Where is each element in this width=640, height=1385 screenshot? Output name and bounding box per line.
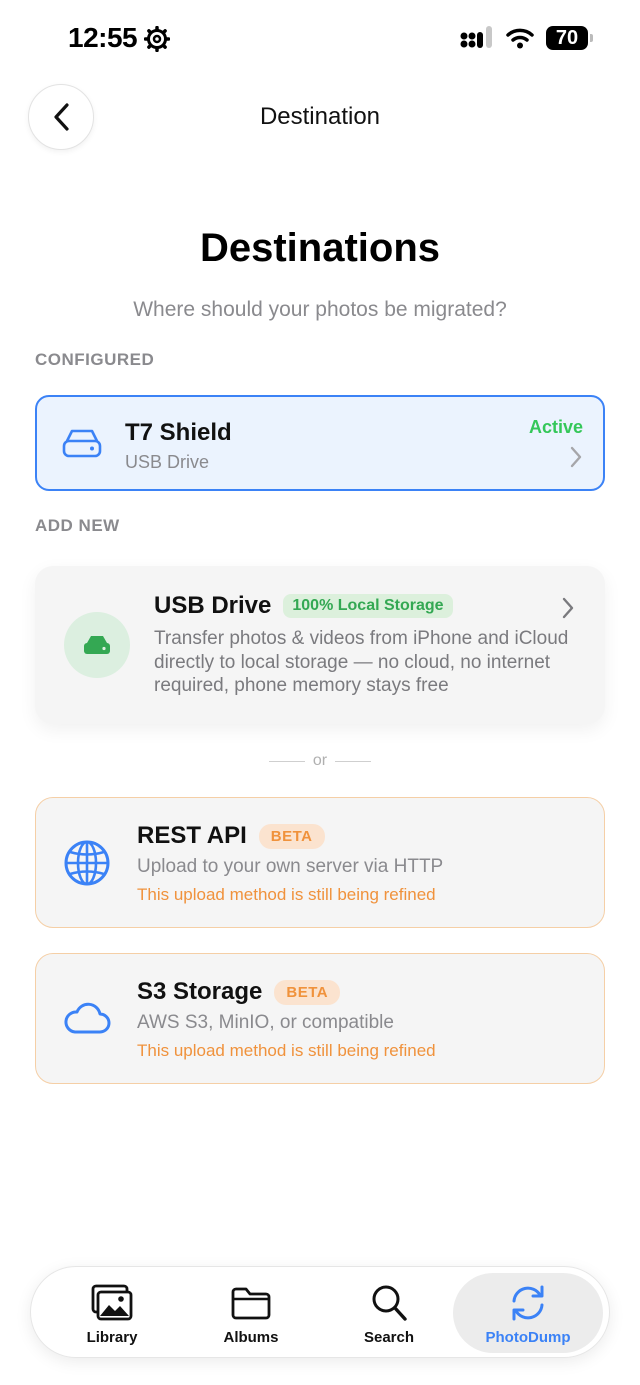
section-label-add-new: ADD NEW (35, 516, 120, 535)
beta-badge: BETA (258, 823, 325, 849)
cellular-signal-icon (460, 26, 492, 48)
section-label-configured: CONFIGURED (35, 350, 155, 369)
s3-title-row: S3 Storage BETA (137, 978, 341, 1006)
configured-destination-card[interactable]: T7 Shield USB Drive Active (35, 395, 605, 491)
add-usb-drive-card[interactable]: USB Drive 100% Local Storage Transfer ph… (35, 566, 605, 724)
tab-library[interactable]: Library (37, 1273, 187, 1353)
status-time: 12:55 (68, 22, 138, 53)
settings-gear-icon (144, 26, 170, 52)
divider-line (335, 760, 372, 762)
rest-api-title: REST API (137, 822, 247, 849)
tab-search[interactable]: Search (314, 1273, 464, 1353)
drive-icon (62, 429, 102, 458)
photos-icon (91, 1284, 133, 1321)
tab-label: Albums (223, 1329, 279, 1346)
s3-title: S3 Storage (137, 978, 263, 1005)
page-subtitle: Where should your photos be migrated? (133, 298, 507, 321)
usb-icon-badge (64, 612, 130, 678)
tab-bar: Library Albums Search PhotoDump (30, 1266, 610, 1358)
status-badge: Active (528, 417, 583, 437)
destination-type: USB Drive (125, 452, 210, 472)
add-s3-storage-card[interactable]: S3 Storage BETA AWS S3, MinIO, or compat… (35, 953, 605, 1084)
chevron-right-icon (562, 597, 574, 619)
beta-badge: BETA (274, 979, 341, 1005)
or-divider: or (0, 752, 640, 770)
rest-api-title-row: REST API BETA (137, 822, 325, 850)
destination-name: T7 Shield (125, 419, 232, 446)
rest-api-warning: This upload method is still being refine… (137, 885, 436, 904)
tab-albums[interactable]: Albums (176, 1273, 326, 1353)
search-icon (372, 1285, 407, 1321)
wifi-icon (506, 28, 534, 49)
usb-title: USB Drive (154, 592, 272, 619)
folder-icon (231, 1287, 271, 1320)
tab-label: Library (86, 1329, 138, 1346)
local-storage-badge: 100% Local Storage (283, 594, 453, 618)
nav-title: Destination (259, 103, 381, 130)
divider-text: or (312, 752, 328, 769)
divider-line (268, 760, 305, 762)
add-rest-api-card[interactable]: REST API BETA Upload to your own server … (35, 797, 605, 928)
s3-subtitle: AWS S3, MinIO, or compatible (137, 1012, 394, 1033)
chevron-right-icon (570, 446, 582, 468)
destination-screen: 12:55 70 Destination Destinations Where … (0, 0, 640, 1385)
usb-title-row: USB Drive 100% Local Storage (154, 592, 453, 620)
status-indicators: 70 (460, 26, 593, 50)
battery-level: 70 (555, 26, 579, 49)
cloud-icon (64, 1002, 111, 1034)
s3-warning: This upload method is still being refine… (137, 1041, 436, 1060)
page-title: Destinations (199, 226, 441, 270)
usb-description: Transfer photos & videos from iPhone and… (154, 628, 569, 696)
rest-api-subtitle: Upload to your own server via HTTP (137, 856, 444, 877)
tab-label: PhotoDump (485, 1329, 571, 1346)
tab-label: Search (363, 1329, 415, 1346)
battery-indicator: 70 (546, 26, 593, 50)
sync-icon (512, 1285, 544, 1321)
drive-icon (84, 636, 110, 654)
status-bar: 12:55 70 (0, 0, 640, 80)
tab-photodump[interactable]: PhotoDump (453, 1273, 603, 1353)
globe-icon (64, 840, 110, 886)
